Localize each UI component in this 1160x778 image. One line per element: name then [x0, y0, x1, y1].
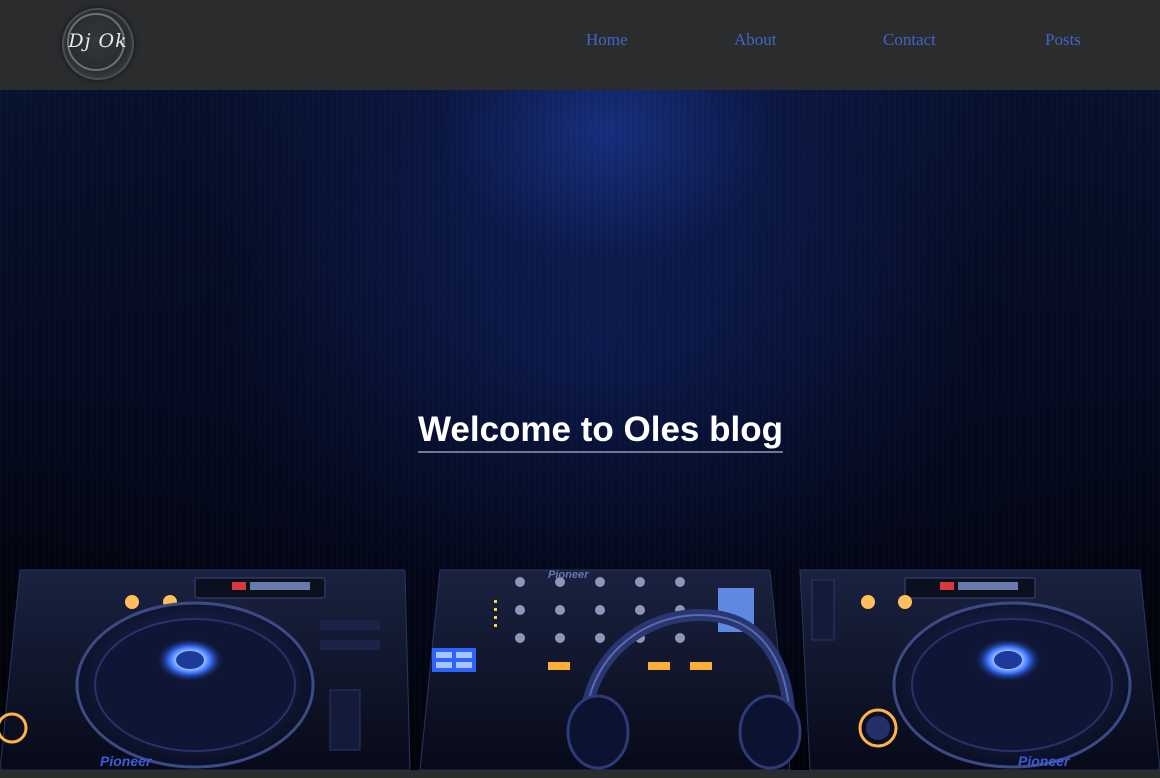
nav-contact-link[interactable]: Contact: [883, 30, 936, 50]
dj-ok-logo-icon[interactable]: Dj Ok: [62, 8, 134, 80]
navbar: Dj Ok Home About Contact Posts: [0, 0, 1160, 90]
nav-posts-link[interactable]: Posts: [1045, 30, 1081, 50]
dj-mixer: Pioneer: [419, 569, 802, 770]
logo-text: Dj Ok: [68, 30, 128, 52]
left-cdj-deck: Pioneer: [0, 569, 411, 770]
page: Dj Ok Home About Contact Posts Welcome t…: [0, 0, 1160, 778]
nav-home-link[interactable]: Home: [586, 30, 628, 50]
right-deck-brand: Pioneer: [1018, 753, 1071, 769]
dj-equipment-image: Pioneer Pioneer Pioneer: [0, 569, 1160, 770]
mixer-brand: Pioneer: [548, 569, 589, 581]
hero-title: Welcome to Oles blog: [418, 410, 783, 453]
right-cdj-deck: Pioneer: [799, 569, 1160, 770]
hero-banner: Welcome to Oles blog Pioneer Pioneer Pio…: [0, 90, 1160, 770]
footer-strip: [0, 770, 1160, 778]
left-deck-brand: Pioneer: [100, 753, 153, 769]
nav-about-link[interactable]: About: [734, 30, 777, 50]
